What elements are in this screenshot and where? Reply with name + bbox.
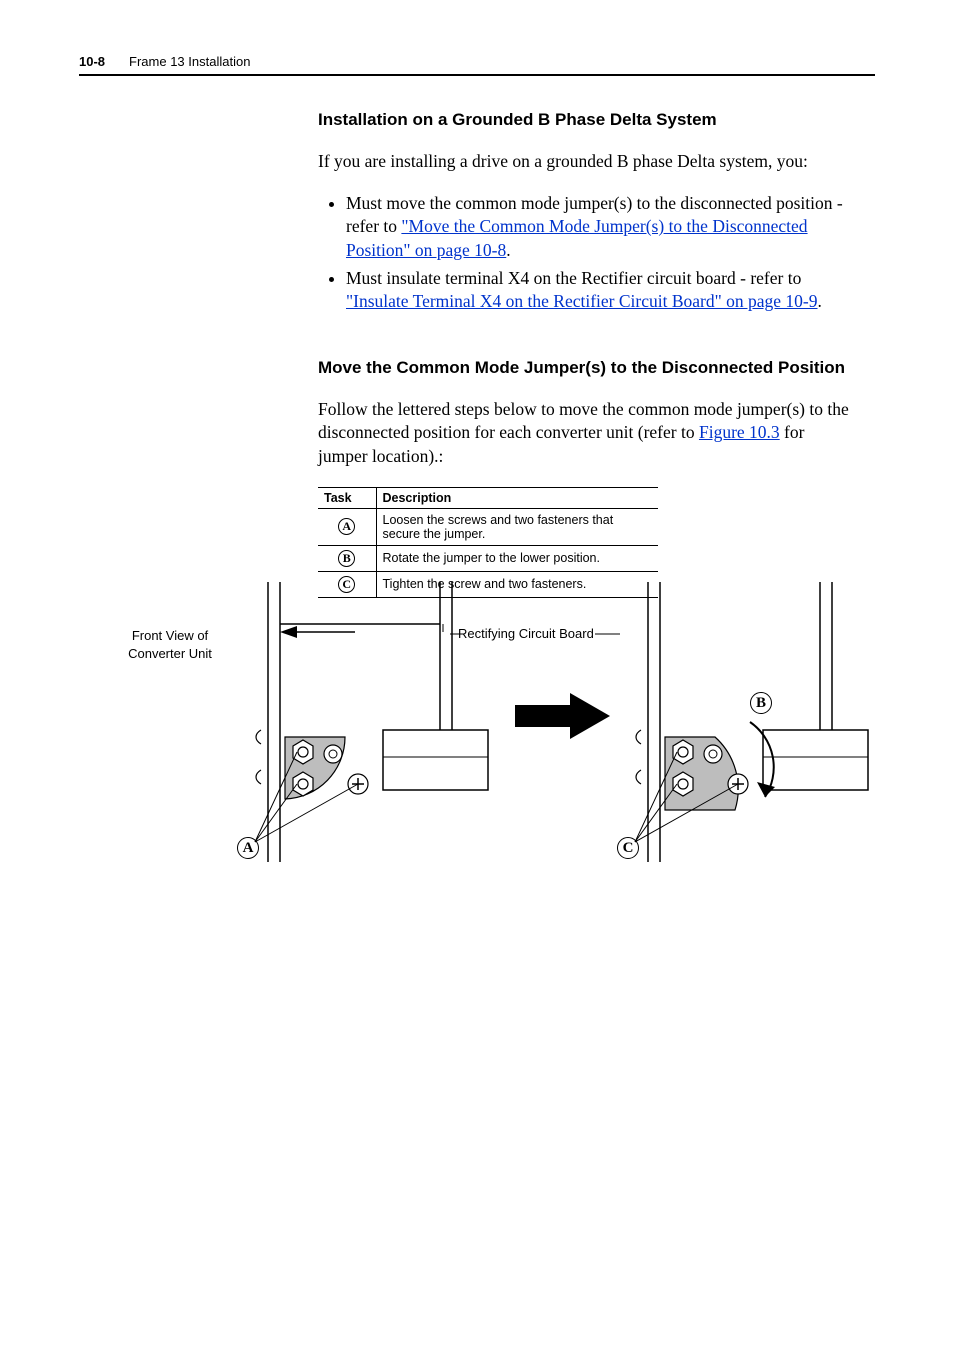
bullet-text-post: .: [818, 291, 822, 311]
task-table: Task Description A Loosen the screws and…: [318, 487, 658, 598]
figure-marker-a: A: [237, 837, 259, 859]
section2-heading: Move the Common Mode Jumper(s) to the Di…: [318, 358, 849, 378]
figure-marker-c: C: [617, 837, 639, 859]
circle-letter-icon: B: [338, 550, 355, 567]
description-cell: Loosen the screws and two fasteners that…: [376, 508, 658, 545]
section1-intro: If you are installing a drive on a groun…: [318, 150, 849, 174]
section1-heading: Installation on a Grounded B Phase Delta…: [318, 110, 849, 130]
bullet-item: Must insulate terminal X4 on the Rectifi…: [346, 267, 849, 314]
bullet-text-post: .: [506, 240, 510, 260]
link-move-jumper[interactable]: "Move the Common Mode Jumper(s) to the D…: [346, 216, 808, 260]
description-cell: Rotate the jumper to the lower position.: [376, 545, 658, 571]
figure-marker-b: B: [750, 692, 772, 714]
table-row: B Rotate the jumper to the lower positio…: [318, 545, 658, 571]
page-number: 10-8: [79, 54, 105, 69]
table-row: A Loosen the screws and two fasteners th…: [318, 508, 658, 545]
figure-side-label: Front View of Converter Unit: [115, 627, 225, 662]
table-header-task: Task: [318, 487, 376, 508]
task-cell: B: [318, 545, 376, 571]
section1-bullet-list: Must move the common mode jumper(s) to t…: [318, 192, 849, 314]
bullet-text-pre: Must insulate terminal X4 on the Rectifi…: [346, 268, 801, 288]
side-label-line1: Front View of: [132, 628, 208, 643]
bullet-item: Must move the common mode jumper(s) to t…: [346, 192, 849, 263]
side-label-line2: Converter Unit: [128, 646, 212, 661]
page-header: 10-8 Frame 13 Installation: [79, 54, 875, 69]
circle-letter-icon: A: [338, 518, 355, 535]
table-header-description: Description: [376, 487, 658, 508]
callout-rectifying-board: Rectifying Circuit Board: [458, 626, 594, 641]
section2-intro: Follow the lettered steps below to move …: [318, 398, 849, 469]
header-rule: [79, 74, 875, 76]
chapter-title: Frame 13 Installation: [129, 54, 250, 69]
task-cell: A: [318, 508, 376, 545]
link-insulate-terminal[interactable]: "Insulate Terminal X4 on the Rectifier C…: [346, 291, 818, 311]
link-figure-10-3[interactable]: Figure 10.3: [699, 422, 780, 442]
